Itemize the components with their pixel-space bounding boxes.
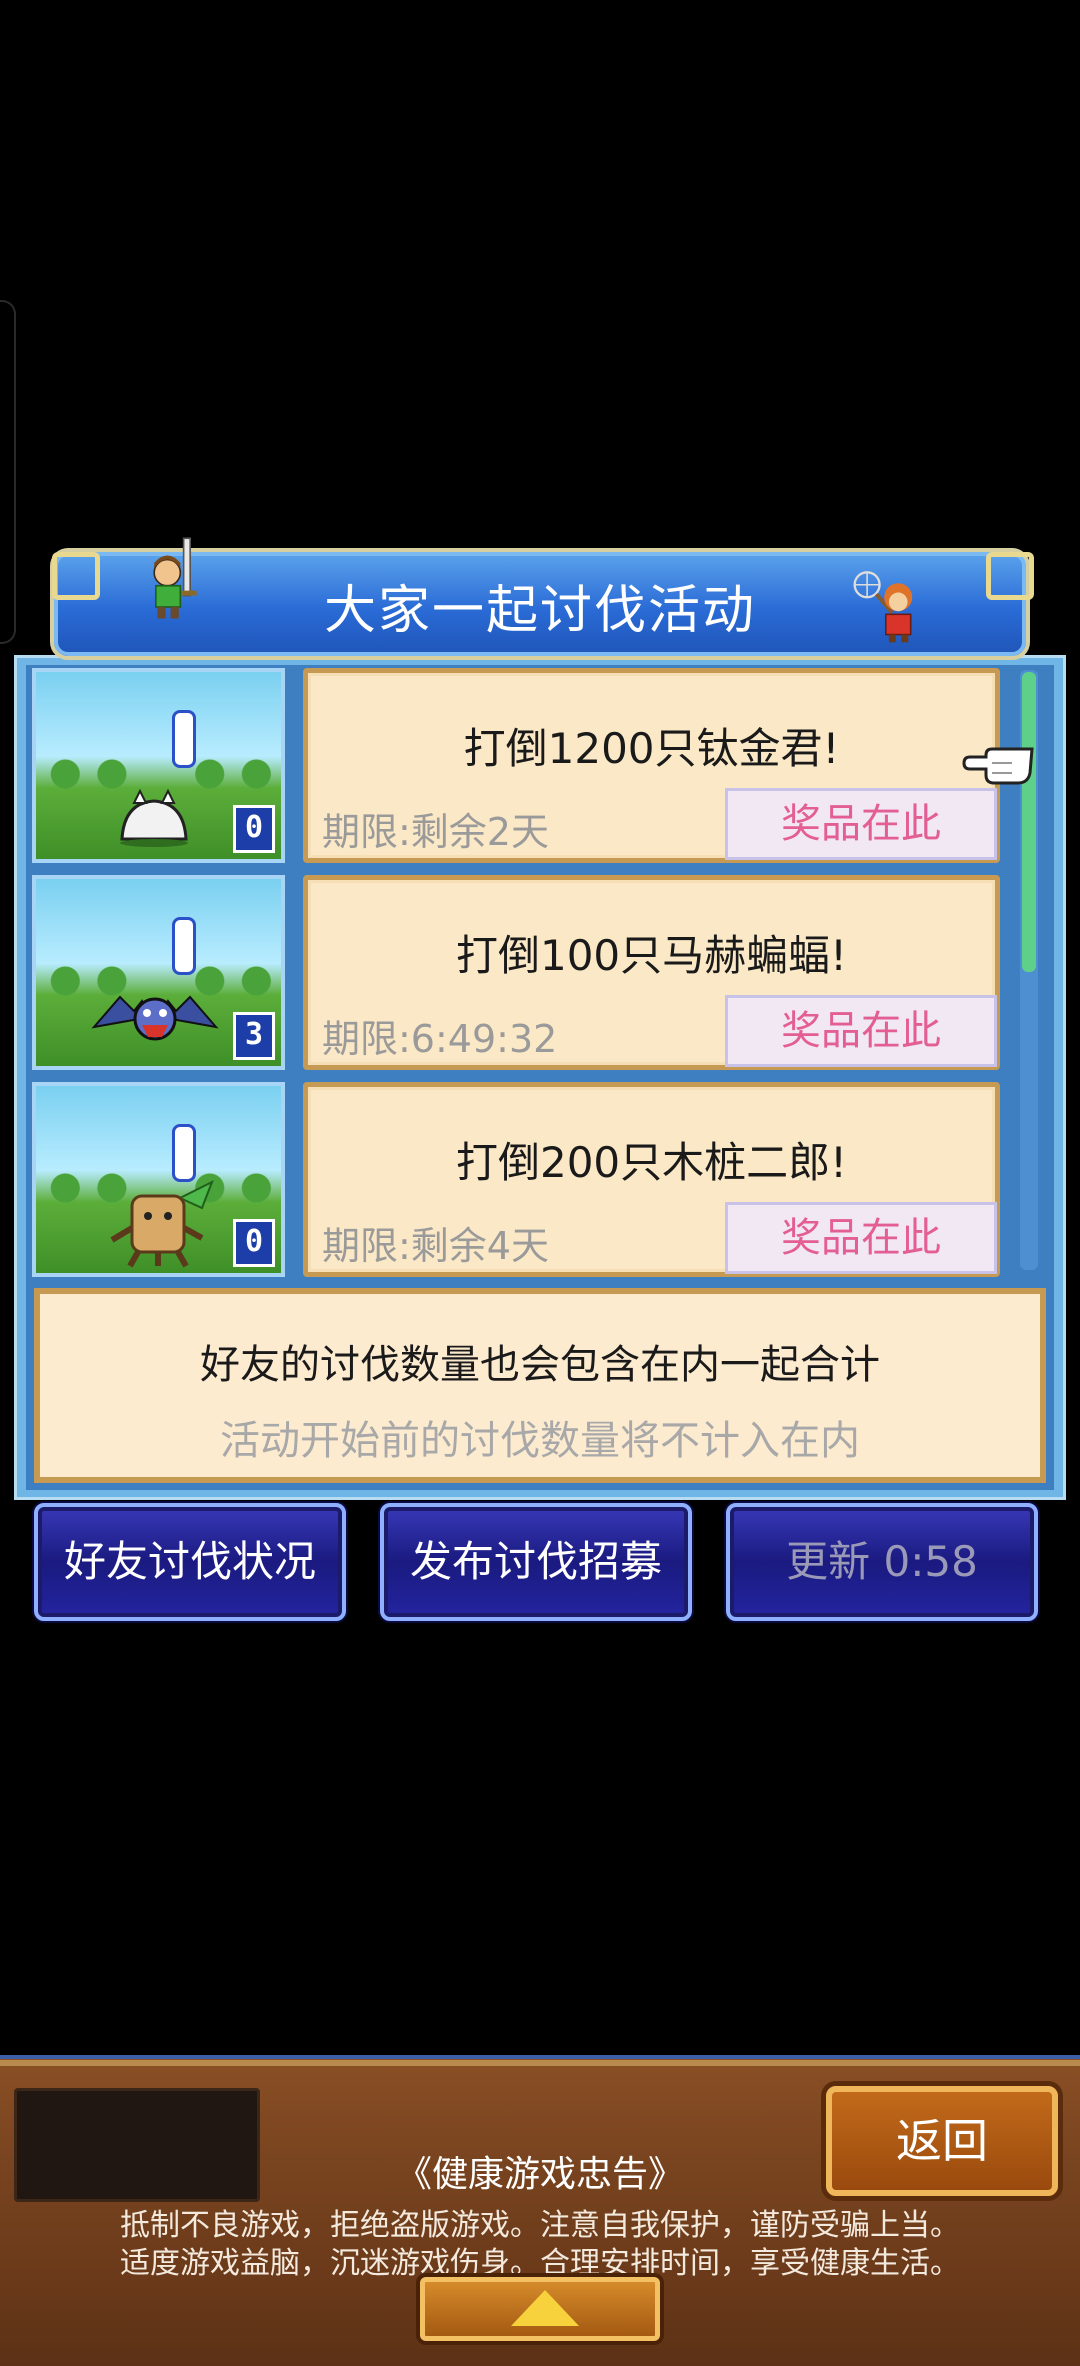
- quest-title: 打倒100只马赫蝙蝠!: [455, 931, 847, 980]
- event-info-box: 好友的讨伐数量也会包含在内一起合计 活动开始前的讨伐数量将不计入在内: [34, 1288, 1046, 1483]
- expand-menu-button[interactable]: [420, 2277, 660, 2341]
- pointing-hand-icon: [962, 747, 1034, 785]
- defeat-count-badge: 0: [233, 805, 275, 853]
- white-slime-icon: [120, 788, 188, 847]
- prize-button[interactable]: 奖品在此: [725, 788, 997, 860]
- quest-title: 打倒1200只钛金君!: [463, 724, 840, 773]
- quest-thumbnail: 0: [32, 1082, 285, 1277]
- quest-title: 打倒200只木桩二郎!: [455, 1138, 847, 1187]
- quest-thumbnail: 0: [32, 668, 285, 863]
- quest-deadline: 期限:6:49:32: [322, 1017, 558, 1061]
- quest-thumbnail: 3: [32, 875, 285, 1070]
- health-notice-title: 《健康游戏忠告》: [395, 2154, 684, 2195]
- banner-corner-ornament: [52, 552, 100, 600]
- friend-status-button[interactable]: 好友讨伐状况: [34, 1503, 346, 1621]
- banner-title: 大家一起讨伐活动: [323, 581, 756, 641]
- quest-deadline: 期限:剩余2天: [322, 810, 549, 854]
- post-recruit-button[interactable]: 发布讨伐招募: [380, 1503, 692, 1621]
- exclamation-icon: [172, 917, 196, 975]
- info-secondary-text: 活动开始前的讨伐数量将不计入在内: [220, 1418, 860, 1464]
- swordsman-hero-icon: [153, 537, 197, 619]
- quest-card: 打倒200只木桩二郎! 期限:剩余4天 奖品在此: [303, 1082, 1000, 1277]
- refresh-button[interactable]: 更新 0:58: [726, 1503, 1038, 1621]
- scrollbar-thumb[interactable]: [1022, 672, 1036, 972]
- exclamation-icon: [172, 710, 196, 768]
- up-arrow-icon: [511, 2290, 579, 2326]
- banner-corner-ornament: [986, 552, 1034, 600]
- tree-stump-icon: [110, 1179, 214, 1268]
- exclamation-icon: [172, 1124, 196, 1182]
- health-notice-line: 适度游戏益脑，沉迷游戏伤身。合理安排时间，享受健康生活。: [120, 2246, 960, 2281]
- info-primary-text: 好友的讨伐数量也会包含在内一起合计: [200, 1342, 880, 1388]
- defeat-count-badge: 3: [233, 1012, 275, 1060]
- bat-icon: [91, 995, 219, 1041]
- panel-trim: [0, 2060, 1080, 2066]
- screen-edge-notch: [0, 300, 16, 644]
- prize-button[interactable]: 奖品在此: [725, 995, 997, 1067]
- prize-button[interactable]: 奖品在此: [725, 1202, 997, 1274]
- net-girl-hero-icon: [853, 571, 913, 643]
- quest-card: 打倒1200只钛金君! 期限:剩余2天 奖品在此: [303, 668, 1000, 863]
- quest-deadline: 期限:剩余4天: [322, 1224, 549, 1268]
- quest-card: 打倒100只马赫蝙蝠! 期限:6:49:32 奖品在此: [303, 875, 1000, 1070]
- defeat-count-badge: 0: [233, 1219, 275, 1267]
